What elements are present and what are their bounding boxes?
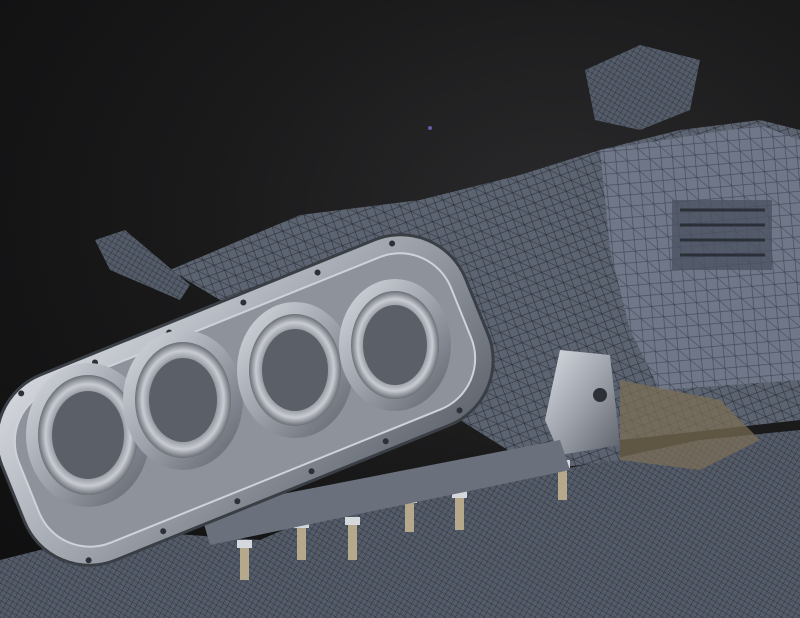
stray-scan-point <box>428 126 432 130</box>
bore-2 <box>123 330 243 470</box>
bore-4 <box>339 279 451 411</box>
bore-3 <box>237 302 353 438</box>
3d-viewport[interactable] <box>0 0 800 618</box>
scan-render <box>0 45 800 618</box>
